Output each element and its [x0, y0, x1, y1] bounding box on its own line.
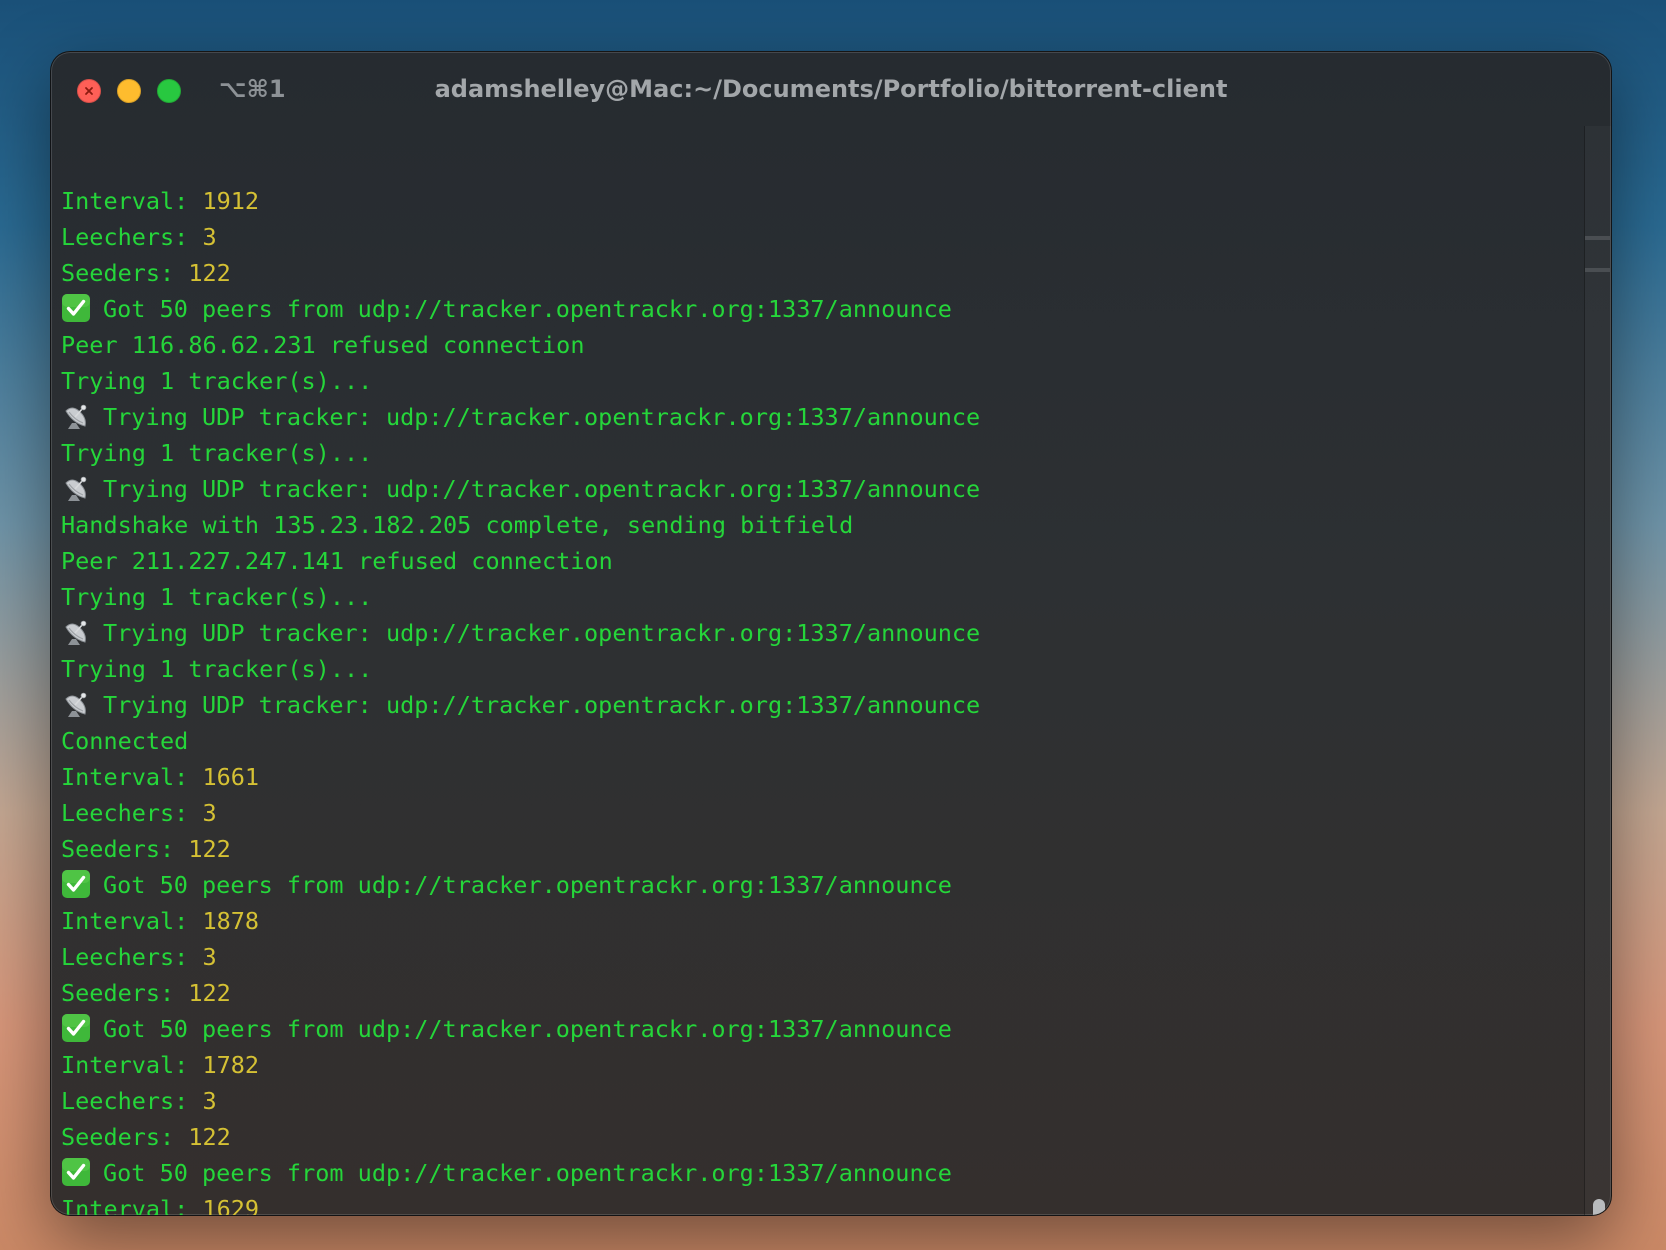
- terminal-line: Leechers: 3: [61, 795, 1581, 831]
- stat-value: 3: [202, 799, 217, 827]
- stat-label: Interval:: [61, 1051, 203, 1079]
- stat-value: 122: [188, 979, 231, 1007]
- satellite-antenna-icon: [65, 620, 87, 645]
- terminal-line: Interval: 1661: [61, 759, 1581, 795]
- satellite-antenna-icon: [65, 404, 87, 429]
- stat-value: 3: [202, 223, 217, 251]
- stat-label: Interval:: [61, 187, 203, 215]
- terminal-line: Trying 1 tracker(s)...: [61, 435, 1581, 471]
- terminal-line: Got 50 peers from udp://tracker.opentrac…: [61, 1155, 1581, 1191]
- terminal-line: Trying UDP tracker: udp://tracker.opentr…: [61, 399, 1581, 435]
- terminal-line: Handshake with 135.23.182.205 complete, …: [61, 507, 1581, 543]
- terminal-line: Interval: 1912: [61, 183, 1581, 219]
- close-icon: [85, 87, 93, 95]
- check-mark-icon: [62, 294, 90, 322]
- terminal-line: Seeders: 122: [61, 255, 1581, 291]
- terminal-line: Trying UDP tracker: udp://tracker.opentr…: [61, 471, 1581, 507]
- stat-label: Seeders:: [61, 835, 189, 863]
- terminal-line: Trying 1 tracker(s)...: [61, 651, 1581, 687]
- terminal-line: Trying UDP tracker: udp://tracker.opentr…: [61, 615, 1581, 651]
- line-text: Peer 116.86.62.231 refused connection: [61, 331, 585, 359]
- scrollbar-thumb[interactable]: [1593, 1199, 1605, 1215]
- line-text: Trying 1 tracker(s)...: [61, 583, 373, 611]
- stat-label: Interval:: [61, 763, 203, 791]
- line-text: Trying 1 tracker(s)...: [61, 367, 373, 395]
- line-text: Trying 1 tracker(s)...: [61, 655, 373, 683]
- stat-value: 3: [202, 1087, 217, 1115]
- terminal-window: ⌥⌘1 adamshelley@Mac:~/Documents/Portfoli…: [50, 51, 1612, 1216]
- stat-label: Seeders:: [61, 259, 189, 287]
- stat-label: Seeders:: [61, 979, 189, 1007]
- line-text: Trying 1 tracker(s)...: [61, 439, 373, 467]
- terminal-line: Seeders: 122: [61, 1119, 1581, 1155]
- line-text: Connected: [61, 727, 189, 755]
- line-text: Trying UDP tracker: udp://tracker.opentr…: [103, 403, 981, 431]
- vertical-scrollbar[interactable]: [1584, 126, 1611, 1215]
- terminal-line: Interval: 1782: [61, 1047, 1581, 1083]
- satellite-antenna-icon: [65, 692, 87, 717]
- line-text: Peer 211.227.247.141 refused connection: [61, 547, 613, 575]
- terminal-line: Got 50 peers from udp://tracker.opentrac…: [61, 1011, 1581, 1047]
- scroll-marker: [1585, 268, 1611, 272]
- terminal-line: Leechers: 3: [61, 1083, 1581, 1119]
- line-text: Trying UDP tracker: udp://tracker.opentr…: [103, 691, 981, 719]
- stat-label: Interval:: [61, 907, 203, 935]
- line-text: Got 50 peers from udp://tracker.opentrac…: [103, 1015, 952, 1043]
- stat-value: 1912: [202, 187, 260, 215]
- terminal-line: Seeders: 122: [61, 975, 1581, 1011]
- window-title: adamshelley@Mac:~/Documents/Portfolio/bi…: [434, 75, 1228, 103]
- line-text: Got 50 peers from udp://tracker.opentrac…: [103, 871, 952, 899]
- line-text: Got 50 peers from udp://tracker.opentrac…: [103, 1159, 952, 1187]
- terminal-line: Peer 211.227.247.141 refused connection: [61, 543, 1581, 579]
- stat-value: 1782: [202, 1051, 260, 1079]
- stat-value: 122: [188, 835, 231, 863]
- check-mark-icon: [62, 870, 90, 898]
- title-bar[interactable]: ⌥⌘1 adamshelley@Mac:~/Documents/Portfoli…: [51, 52, 1611, 126]
- terminal-line: Trying 1 tracker(s)...: [61, 363, 1581, 399]
- check-mark-icon: [62, 1158, 90, 1186]
- stat-value: 1878: [202, 907, 260, 935]
- terminal-line: Trying 1 tracker(s)...: [61, 579, 1581, 615]
- stat-label: Interval:: [61, 1195, 203, 1216]
- minimize-button[interactable]: [117, 79, 141, 103]
- terminal-line: Got 50 peers from udp://tracker.opentrac…: [61, 291, 1581, 327]
- terminal-line: Interval: 1629: [61, 1191, 1581, 1216]
- stat-value: 3: [202, 943, 217, 971]
- terminal-line: Trying UDP tracker: udp://tracker.opentr…: [61, 687, 1581, 723]
- terminal-line: Leechers: 3: [61, 939, 1581, 975]
- check-mark-icon: [62, 1014, 90, 1042]
- stat-value: 122: [188, 259, 231, 287]
- terminal-output[interactable]: Interval: 1912 Leechers: 3 Seeders: 122 Got…: [61, 183, 1581, 1216]
- terminal-line: Peer 116.86.62.231 refused connection: [61, 327, 1581, 363]
- terminal-line: Interval: 1878: [61, 903, 1581, 939]
- terminal-line: Leechers: 3: [61, 219, 1581, 255]
- terminal-line: Seeders: 122: [61, 831, 1581, 867]
- close-button[interactable]: [77, 79, 101, 103]
- line-text: Got 50 peers from udp://tracker.opentrac…: [103, 295, 952, 323]
- line-text: Handshake with 135.23.182.205 complete, …: [61, 511, 854, 539]
- stat-label: Leechers:: [61, 799, 203, 827]
- zoom-button[interactable]: [157, 79, 181, 103]
- line-text: Trying UDP tracker: udp://tracker.opentr…: [103, 475, 981, 503]
- stat-label: Seeders:: [61, 1123, 189, 1151]
- stat-value: 1629: [202, 1195, 260, 1216]
- stat-label: Leechers:: [61, 223, 203, 251]
- stat-label: Leechers:: [61, 1087, 203, 1115]
- terminal-line: Got 50 peers from udp://tracker.opentrac…: [61, 867, 1581, 903]
- terminal-line: Connected: [61, 723, 1581, 759]
- satellite-antenna-icon: [65, 476, 87, 501]
- stat-value: 1661: [202, 763, 260, 791]
- stat-value: 122: [188, 1123, 231, 1151]
- line-text: Trying UDP tracker: udp://tracker.opentr…: [103, 619, 981, 647]
- stat-label: Leechers:: [61, 943, 203, 971]
- scroll-marker: [1585, 236, 1611, 240]
